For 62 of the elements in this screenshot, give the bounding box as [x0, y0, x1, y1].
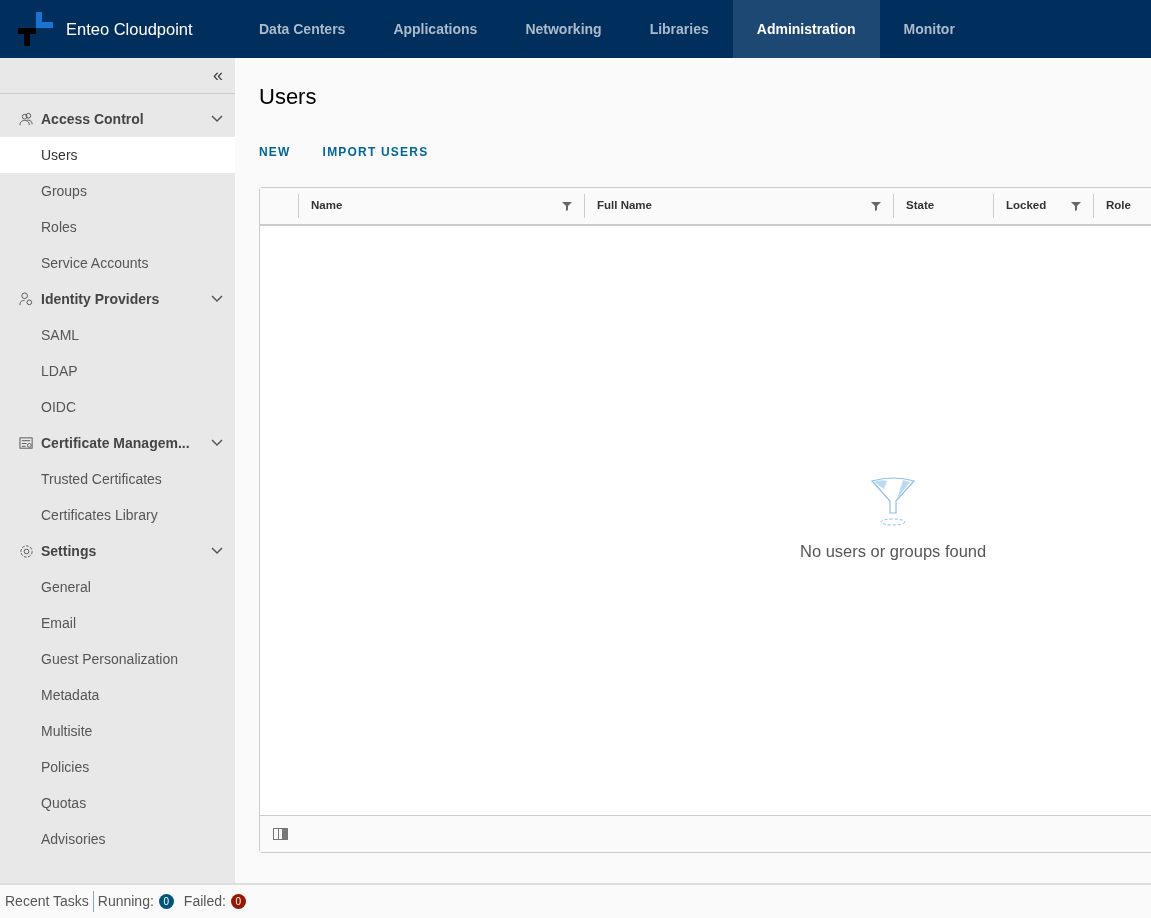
nav-tab[interactable]: Administration — [732, 0, 880, 58]
sidebar-item[interactable]: LDAP — [0, 353, 235, 389]
sidebar-item[interactable]: Roles — [0, 209, 235, 245]
sidebar-group-label: Settings — [41, 541, 98, 561]
column-header-label: Name — [311, 198, 343, 214]
counter-label: Failed: — [183, 892, 226, 911]
sidebar-group-header[interactable]: Settings — [0, 533, 235, 569]
sidebar-group-label: Certificate Managem... — [41, 433, 191, 453]
column-header[interactable]: State — [893, 194, 993, 218]
sidebar-item[interactable]: Quotas — [0, 785, 235, 821]
nav-tab[interactable]: Monitor — [879, 0, 979, 58]
filter-icon[interactable] — [562, 201, 572, 211]
nav-tab[interactable]: Libraries — [625, 0, 733, 58]
sidebar-item[interactable]: General — [0, 569, 235, 605]
people-icon — [19, 111, 34, 127]
column-header-label: Locked — [1006, 198, 1047, 214]
column-header[interactable]: Locked — [993, 194, 1093, 218]
sidebar-item[interactable]: Multisite — [0, 713, 235, 749]
nav-tab[interactable]: Data Centers — [235, 0, 370, 58]
sidebar-group-label: Access Control — [41, 109, 145, 129]
column-header[interactable]: Role — [1093, 194, 1151, 218]
sidebar-item[interactable]: Trusted Certificates — [0, 461, 235, 497]
sidebar-item[interactable]: Guest Personalization — [0, 641, 235, 677]
sidebar-item[interactable]: OIDC — [0, 389, 235, 425]
empty-state-message: No users or groups found — [800, 541, 987, 563]
filter-icon[interactable] — [1071, 201, 1081, 211]
column-header[interactable]: Name — [298, 194, 584, 218]
app-title: Enteo Cloudpoint — [66, 18, 193, 40]
sidebar-item[interactable]: Service Accounts — [0, 245, 235, 281]
sidebar-group-header[interactable]: Access Control — [0, 101, 235, 137]
sidebar-item[interactable]: Metadata — [0, 677, 235, 713]
sidebar-group-header[interactable]: Certificate Managem... — [0, 425, 235, 461]
column-header-label: State — [906, 198, 935, 214]
sidebar-item[interactable]: SAML — [0, 317, 235, 353]
count-badge: 0 — [230, 894, 246, 909]
funnel-icon — [870, 477, 917, 528]
sidebar-group-header[interactable]: Identity Providers — [0, 281, 235, 317]
collapse-button[interactable]: « — [213, 62, 223, 89]
count-badge: 0 — [158, 894, 174, 909]
certificate-icon — [19, 435, 34, 451]
sidebar-group-label: Identity Providers — [41, 289, 161, 309]
action-button[interactable]: NEW — [243, 143, 307, 161]
action-button[interactable]: IMPORT USERS — [306, 143, 445, 161]
column-toggle-icon[interactable] — [273, 828, 288, 840]
counter-label: Running: — [97, 892, 154, 911]
sidebar-item[interactable]: Groups — [0, 173, 235, 209]
sidebar-item[interactable]: Email — [0, 605, 235, 641]
gear-icon — [19, 543, 34, 559]
sidebar-item[interactable]: Users — [0, 137, 235, 173]
nav-tab[interactable]: Networking — [501, 0, 626, 58]
nav-tab[interactable]: Applications — [369, 0, 502, 58]
page-title: Users — [259, 83, 318, 111]
sidebar-item[interactable]: Policies — [0, 749, 235, 785]
column-header-label: Role — [1106, 198, 1131, 214]
column-header-label: Full Name — [597, 198, 652, 214]
user-gear-icon — [19, 291, 34, 307]
sidebar-item[interactable]: Certificates Library — [0, 497, 235, 533]
sidebar-item[interactable]: Advisories — [0, 821, 235, 857]
filter-icon[interactable] — [871, 201, 881, 211]
recent-tasks-label[interactable]: Recent Tasks — [5, 891, 94, 912]
column-header[interactable]: Full Name — [584, 194, 893, 218]
logo-icon — [18, 12, 54, 46]
